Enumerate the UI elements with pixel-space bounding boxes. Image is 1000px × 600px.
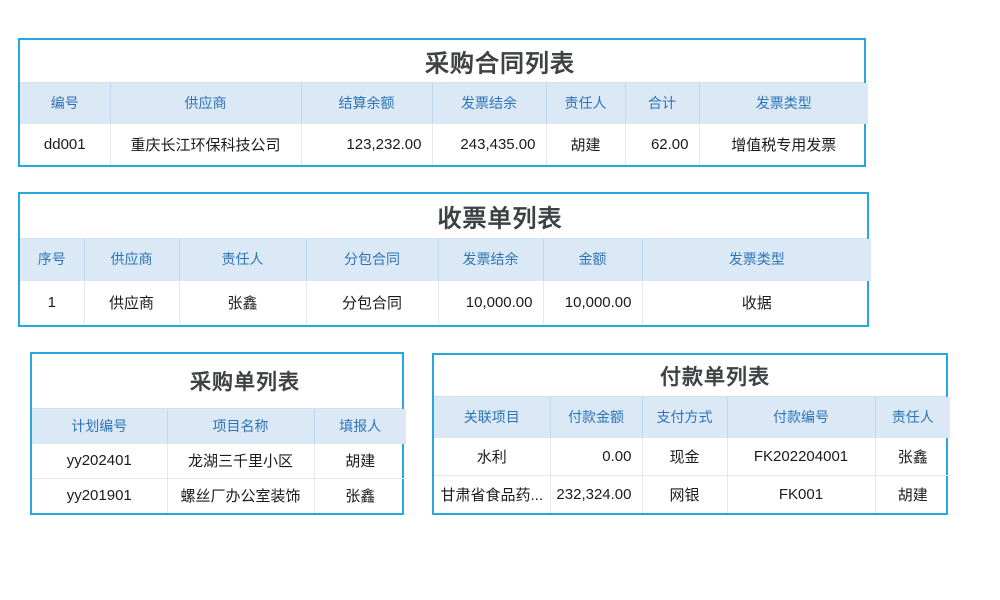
cell-related-project: 水利	[434, 437, 550, 475]
payment-title-band: 付款单列表	[434, 355, 946, 397]
report-page: 采购合同列表 编号 供应商 结算余额 发票结余 责任人 合计 发票类型 dd00…	[0, 0, 1000, 600]
table-row: dd001 重庆长江环保科技公司 123,232.00 243,435.00 胡…	[20, 123, 868, 165]
cell-filled-by: 张鑫	[314, 478, 406, 513]
column-header: 责任人	[875, 397, 950, 437]
purchase-contract-table: 编号 供应商 结算余额 发票结余 责任人 合计 发票类型 dd001 重庆长江环…	[20, 83, 868, 165]
cell-invoice-balance: 10,000.00	[438, 280, 543, 324]
cell-payment-amount: 232,324.00	[550, 475, 642, 513]
column-header: 发票类型	[642, 239, 871, 280]
receipt-list-panel: 收票单列表 序号 供应商 责任人 分包合同 发票结余 金额 发票类型 1 供应商	[18, 192, 869, 327]
purchase-contract-header-row: 编号 供应商 结算余额 发票结余 责任人 合计 发票类型	[20, 83, 868, 123]
column-header: 计划编号	[32, 409, 167, 443]
purchase-contract-title: 采购合同列表	[425, 44, 575, 79]
cell-project-name: 螺丝厂办公室装饰	[167, 478, 314, 513]
column-header: 发票结余	[432, 83, 546, 123]
cell-settlement-balance: 123,232.00	[301, 123, 432, 165]
cell-plan-code: yy201901	[32, 478, 167, 513]
cell-project-name: 龙湖三千里小区	[167, 443, 314, 478]
cell-payment-code: FK202204001	[727, 437, 875, 475]
column-header: 责任人	[179, 239, 306, 280]
cell-plan-code: yy202401	[32, 443, 167, 478]
column-header: 编号	[20, 83, 110, 123]
column-header: 付款金额	[550, 397, 642, 437]
payment-list-panel: 付款单列表 关联项目 付款金额 支付方式 付款编号 责任人 水利 0.00 现金…	[432, 353, 948, 515]
receipt-header-row: 序号 供应商 责任人 分包合同 发票结余 金额 发票类型	[20, 239, 871, 280]
cell-subcontract: 分包合同	[306, 280, 438, 324]
receipt-table: 序号 供应商 责任人 分包合同 发票结余 金额 发票类型 1 供应商 张鑫 分包…	[20, 239, 871, 324]
cell-payment-code: FK001	[727, 475, 875, 513]
column-header: 填报人	[314, 409, 406, 443]
cell-responsible-person: 张鑫	[179, 280, 306, 324]
table-row: yy201901 螺丝厂办公室装饰 张鑫	[32, 478, 406, 513]
purchase-order-list-panel: 采购单列表 计划编号 项目名称 填报人 yy202401 龙湖三千里小区 胡建 …	[30, 352, 404, 515]
cell-payment-amount: 0.00	[550, 437, 642, 475]
column-header: 结算余额	[301, 83, 432, 123]
purchase-order-header-row: 计划编号 项目名称 填报人	[32, 409, 406, 443]
purchase-order-table: 计划编号 项目名称 填报人 yy202401 龙湖三千里小区 胡建 yy2019…	[32, 409, 406, 513]
cell-responsible-person: 胡建	[875, 475, 950, 513]
payment-header-row: 关联项目 付款金额 支付方式 付款编号 责任人	[434, 397, 950, 437]
payment-table: 关联项目 付款金额 支付方式 付款编号 责任人 水利 0.00 现金 FK202…	[434, 397, 950, 513]
purchase-order-title-band: 采购单列表	[32, 354, 402, 409]
table-row: 水利 0.00 现金 FK202204001 张鑫	[434, 437, 950, 475]
cell-responsible-person: 胡建	[546, 123, 625, 165]
cell-amount: 10,000.00	[543, 280, 642, 324]
cell-responsible-person: 张鑫	[875, 437, 950, 475]
receipt-title: 收票单列表	[438, 199, 563, 234]
column-header: 分包合同	[306, 239, 438, 280]
cell-invoice-type: 收据	[642, 280, 871, 324]
cell-seq-no: 1	[20, 280, 84, 324]
table-row: 甘肃省食品药... 232,324.00 网银 FK001 胡建	[434, 475, 950, 513]
column-header: 责任人	[546, 83, 625, 123]
payment-title: 付款单列表	[660, 361, 770, 391]
column-header: 供应商	[110, 83, 301, 123]
cell-contract-code: dd001	[20, 123, 110, 165]
cell-invoice-balance: 243,435.00	[432, 123, 546, 165]
cell-related-project: 甘肃省食品药...	[434, 475, 550, 513]
cell-supplier: 重庆长江环保科技公司	[110, 123, 301, 165]
purchase-contract-list-panel: 采购合同列表 编号 供应商 结算余额 发票结余 责任人 合计 发票类型 dd00…	[18, 38, 866, 167]
column-header: 付款编号	[727, 397, 875, 437]
column-header: 合计	[625, 83, 699, 123]
cell-filled-by: 胡建	[314, 443, 406, 478]
column-header: 项目名称	[167, 409, 314, 443]
cell-total: 62.00	[625, 123, 699, 165]
cell-invoice-type: 增值税专用发票	[699, 123, 868, 165]
column-header: 关联项目	[434, 397, 550, 437]
column-header: 支付方式	[642, 397, 727, 437]
column-header: 供应商	[84, 239, 179, 280]
purchase-contract-title-band: 采购合同列表	[20, 40, 864, 83]
table-row: yy202401 龙湖三千里小区 胡建	[32, 443, 406, 478]
column-header: 金额	[543, 239, 642, 280]
cell-payment-method: 网银	[642, 475, 727, 513]
column-header: 发票结余	[438, 239, 543, 280]
table-row: 1 供应商 张鑫 分包合同 10,000.00 10,000.00 收据	[20, 280, 871, 324]
column-header: 发票类型	[699, 83, 868, 123]
cell-supplier: 供应商	[84, 280, 179, 324]
purchase-order-title: 采购单列表	[190, 366, 300, 396]
column-header: 序号	[20, 239, 84, 280]
receipt-title-band: 收票单列表	[20, 194, 867, 239]
cell-payment-method: 现金	[642, 437, 727, 475]
